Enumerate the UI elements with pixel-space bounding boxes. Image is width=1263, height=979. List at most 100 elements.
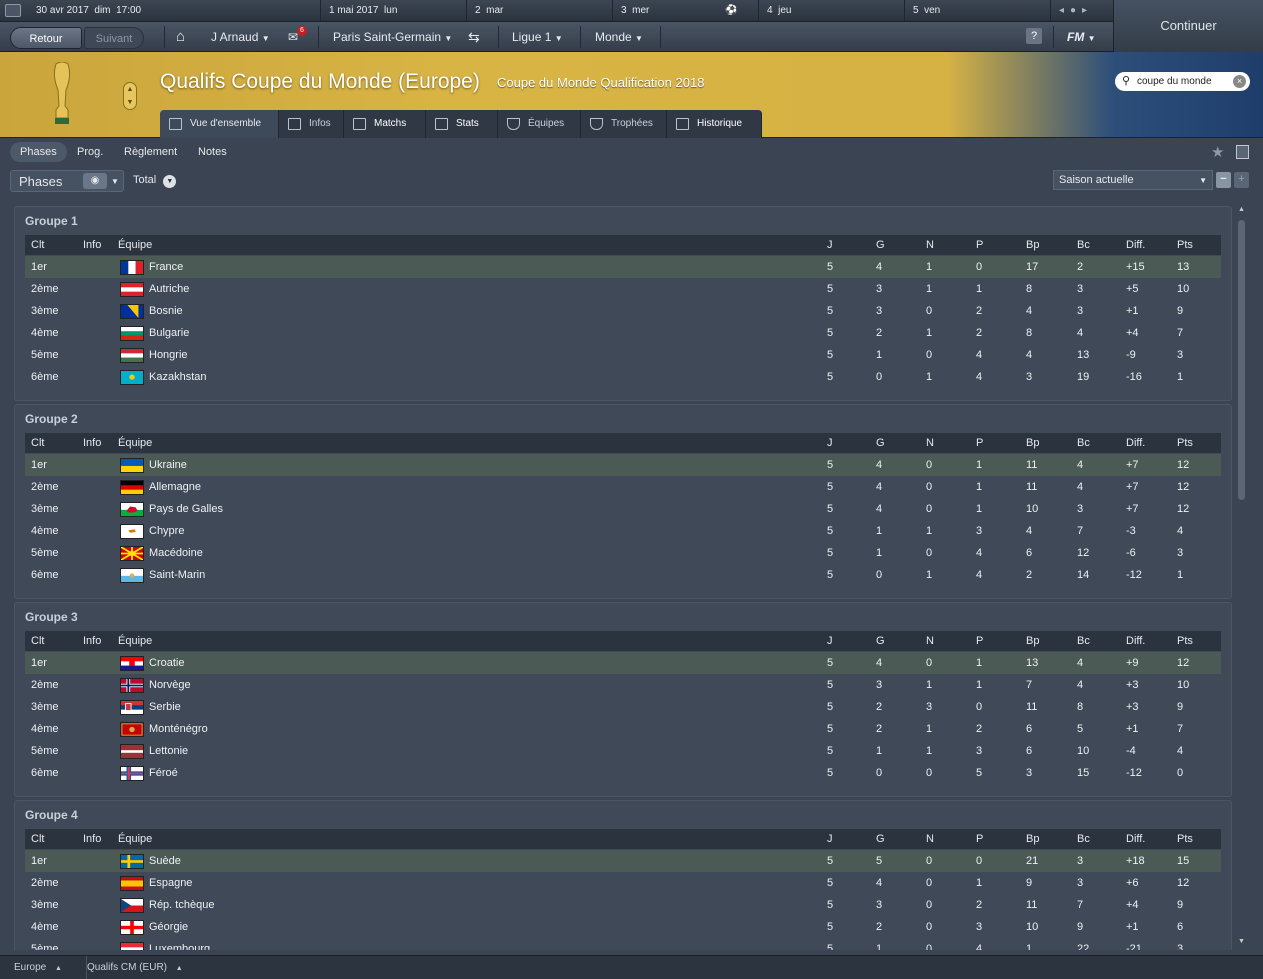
column-header[interactable]: Clt: [31, 631, 44, 651]
team-name[interactable]: Kazakhstan: [149, 366, 206, 388]
table-row[interactable]: 6ème Kazakhstan 5 0 1 4 3 19 -16 1: [25, 366, 1221, 388]
team-name[interactable]: Géorgie: [149, 916, 188, 938]
column-header[interactable]: Info: [83, 631, 101, 651]
column-header[interactable]: Bc: [1077, 631, 1090, 651]
team-name[interactable]: Féroé: [149, 762, 178, 784]
total-filter[interactable]: Total ▼: [133, 172, 177, 189]
scroll-up-icon[interactable]: ▲: [1238, 206, 1245, 213]
calendar-scroll-controls[interactable]: ◂●▸: [1050, 0, 1113, 22]
expand-button[interactable]: +: [1234, 172, 1249, 188]
subtab-prog[interactable]: Prog.: [67, 142, 113, 162]
team-name[interactable]: Allemagne: [149, 476, 201, 498]
league-menu[interactable]: Ligue 1 ▼: [512, 22, 563, 52]
continue-button[interactable]: Continuer: [1113, 0, 1263, 52]
club-menu[interactable]: Paris Saint-Germain ▼: [333, 22, 452, 52]
team-name[interactable]: Luxembourg: [149, 938, 210, 950]
collapse-button[interactable]: −: [1216, 172, 1231, 188]
group-title[interactable]: Groupe 1: [25, 214, 78, 228]
team-name[interactable]: Chypre: [149, 520, 184, 542]
column-header[interactable]: G: [876, 235, 885, 255]
column-header[interactable]: N: [926, 235, 934, 255]
team-name[interactable]: Monténégro: [149, 718, 208, 740]
table-row[interactable]: 5ème Lettonie 5 1 1 3 6 10 -4 4: [25, 740, 1221, 762]
team-name[interactable]: Suède: [149, 850, 181, 872]
column-header[interactable]: Diff.: [1126, 631, 1145, 651]
column-header[interactable]: Info: [83, 433, 101, 453]
column-header[interactable]: Bc: [1077, 829, 1090, 849]
breadcrumb-europe[interactable]: Europe ▲: [14, 956, 62, 979]
table-row[interactable]: 3ème Pays de Galles 5 4 0 1 10 3 +7 12: [25, 498, 1221, 520]
column-header[interactable]: Diff.: [1126, 433, 1145, 453]
subtab-notes[interactable]: Notes: [188, 142, 237, 162]
table-row[interactable]: 2ème Autriche 5 3 1 1 8 3 +5 10: [25, 278, 1221, 300]
column-header[interactable]: Bc: [1077, 235, 1090, 255]
column-header[interactable]: Bc: [1077, 433, 1090, 453]
team-name[interactable]: France: [149, 256, 183, 278]
season-select[interactable]: Saison actuelle ▼: [1053, 170, 1213, 190]
tab-matches[interactable]: Matchs: [344, 110, 426, 138]
column-header[interactable]: N: [926, 433, 934, 453]
team-name[interactable]: Norvège: [149, 674, 191, 696]
calendar-day[interactable]: 3 mer ⚽: [612, 0, 758, 22]
swap-icon[interactable]: ⇆: [468, 22, 480, 52]
forward-button[interactable]: Suivant: [84, 27, 144, 49]
column-header[interactable]: P: [976, 235, 983, 255]
column-header[interactable]: G: [876, 433, 885, 453]
inbox-icon[interactable]: ✉ 6: [288, 22, 307, 52]
table-row[interactable]: 5ème Macédoine 5 1 0 4 6 12 -6 3: [25, 542, 1221, 564]
column-header[interactable]: J: [827, 631, 833, 651]
help-button[interactable]: ?: [1026, 28, 1042, 44]
team-name[interactable]: Autriche: [149, 278, 189, 300]
search-input[interactable]: ⚲ coupe du monde ×: [1115, 72, 1250, 91]
tab-overview[interactable]: Vue d'ensemble: [160, 110, 279, 138]
fm-menu[interactable]: FM ▼: [1067, 22, 1096, 52]
group-title[interactable]: Groupe 4: [25, 808, 78, 822]
team-name[interactable]: Bulgarie: [149, 322, 189, 344]
column-header[interactable]: G: [876, 631, 885, 651]
column-header[interactable]: Info: [83, 829, 101, 849]
table-row[interactable]: 4ème Monténégro 5 2 1 2 6 5 +1 7: [25, 718, 1221, 740]
column-header[interactable]: Diff.: [1126, 235, 1145, 255]
tab-info[interactable]: Infos: [279, 110, 344, 138]
breadcrumb-competition[interactable]: Qualifs CM (EUR) ▲: [86, 956, 183, 979]
column-header[interactable]: P: [976, 631, 983, 651]
table-row[interactable]: 3ème Rép. tchèque 5 3 0 2 11 7 +4 9: [25, 894, 1221, 916]
team-name[interactable]: Croatie: [149, 652, 184, 674]
calendar-icon[interactable]: [5, 4, 21, 17]
column-header[interactable]: Équipe: [118, 433, 152, 453]
table-row[interactable]: 5ème Hongrie 5 1 0 4 4 13 -9 3: [25, 344, 1221, 366]
notes-icon[interactable]: [1236, 145, 1249, 159]
table-row[interactable]: 4ème Géorgie 5 2 0 3 10 9 +1 6: [25, 916, 1221, 938]
tab-stats[interactable]: Stats: [426, 110, 498, 138]
table-row[interactable]: 3ème Serbie 5 2 3 0 11 8 +3 9: [25, 696, 1221, 718]
column-header[interactable]: Clt: [31, 829, 44, 849]
column-header[interactable]: Clt: [31, 235, 44, 255]
column-header[interactable]: Pts: [1177, 631, 1193, 651]
back-button[interactable]: Retour: [10, 27, 82, 49]
table-row[interactable]: 3ème Bosnie 5 3 0 2 4 3 +1 9: [25, 300, 1221, 322]
table-row[interactable]: 1er Ukraine 5 4 0 1 11 4 +7 12: [25, 454, 1221, 476]
table-row[interactable]: 6ème Féroé 5 0 0 5 3 15 -12 0: [25, 762, 1221, 784]
team-name[interactable]: Rép. tchèque: [149, 894, 214, 916]
column-header[interactable]: Pts: [1177, 829, 1193, 849]
table-row[interactable]: 2ème Allemagne 5 4 0 1 11 4 +7 12: [25, 476, 1221, 498]
clear-icon[interactable]: ×: [1233, 75, 1246, 88]
calendar-day[interactable]: 1 mai 2017 lun: [320, 0, 466, 22]
column-header[interactable]: Bp: [1026, 235, 1039, 255]
manager-menu[interactable]: J Arnaud ▼: [211, 22, 270, 52]
column-header[interactable]: Bp: [1026, 433, 1039, 453]
column-header[interactable]: G: [876, 829, 885, 849]
table-row[interactable]: 1er Suède 5 5 0 0 21 3 +18 15: [25, 850, 1221, 872]
team-name[interactable]: Serbie: [149, 696, 181, 718]
table-row[interactable]: 5ème Luxembourg 5 1 0 4 1 22 -21 3: [25, 938, 1221, 950]
group-title[interactable]: Groupe 2: [25, 412, 78, 426]
competition-switcher[interactable]: ▲ ▼: [123, 82, 137, 110]
scrollbar[interactable]: ▲ ▼: [1236, 206, 1248, 950]
column-header[interactable]: Info: [83, 235, 101, 255]
column-header[interactable]: Pts: [1177, 235, 1193, 255]
column-header[interactable]: J: [827, 235, 833, 255]
calendar-day[interactable]: 5 ven: [904, 0, 1050, 22]
table-row[interactable]: 4ème Chypre 5 1 1 3 4 7 -3 4: [25, 520, 1221, 542]
view-selector[interactable]: Phases ◉ ▼: [10, 170, 124, 192]
scroll-thumb[interactable]: [1238, 220, 1245, 500]
